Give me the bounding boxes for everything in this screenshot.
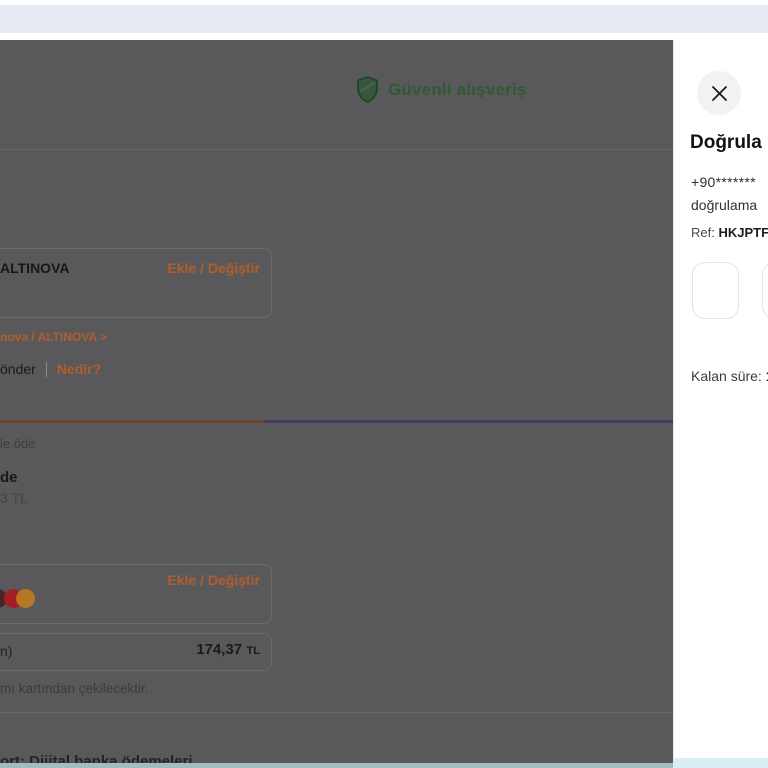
bottom-strip xyxy=(674,758,768,768)
total-amount-value: 174,37 xyxy=(196,641,243,658)
remaining-time-label: Kalan süre: xyxy=(691,368,762,384)
reference-code-row: Ref: HKJPTF xyxy=(691,225,768,240)
otp-input-1[interactable] xyxy=(692,262,739,319)
panel-title: Doğrula xyxy=(690,132,762,153)
reference-label: Ref: xyxy=(691,225,715,240)
address-breadcrumb-link[interactable]: nova / ALTINOVA > xyxy=(0,330,107,344)
screenshot-root: Güvenli alışveriş ALTINOVA Ekle / Değişt… xyxy=(0,0,768,768)
installment-option-title[interactable]: de xyxy=(0,469,18,486)
close-icon xyxy=(710,84,729,103)
card-edit-button[interactable]: Ekle / Değiştir xyxy=(166,572,260,588)
remaining-time-row: Kalan süre: 1 xyxy=(691,368,768,384)
top-page-strip xyxy=(0,5,768,33)
payment-tab-active-underline xyxy=(0,420,264,423)
invoice-row: önder Nedir? xyxy=(0,361,101,377)
total-amount: 174,37 TL xyxy=(120,641,260,659)
total-amount-currency: TL xyxy=(246,645,260,657)
reference-code: HKJPTF xyxy=(718,225,768,240)
shield-icon xyxy=(356,76,379,103)
masked-phone-text: +90******* xyxy=(691,174,756,190)
address-title: ALTINOVA xyxy=(0,260,70,276)
checkout-page-dimmed: Güvenli alışveriş ALTINOVA Ekle / Değişt… xyxy=(0,40,674,768)
divider xyxy=(0,712,674,713)
address-edit-button[interactable]: Ekle / Değiştir xyxy=(166,260,260,276)
invoice-text-fragment: önder xyxy=(0,361,36,377)
total-row-label: n) xyxy=(0,643,13,659)
bottom-strip xyxy=(0,763,674,768)
mastercard-icon xyxy=(0,589,40,609)
charge-note: mı kartından çekilecektir. xyxy=(0,681,149,696)
address-card xyxy=(0,248,272,318)
close-button[interactable] xyxy=(697,71,741,115)
secure-shopping-label: Güvenli alışveriş xyxy=(388,79,527,99)
divider xyxy=(0,149,674,150)
otp-verification-panel: Doğrula +90******* doğrulama Ref: HKJPTF… xyxy=(674,40,768,768)
installment-option-price: 3 TL xyxy=(0,490,28,506)
secure-shopping-badge: Güvenli alışveriş xyxy=(356,76,527,103)
verification-description: doğrulama xyxy=(691,197,758,213)
payment-tab-label[interactable]: le öde xyxy=(0,436,35,451)
otp-input-2[interactable] xyxy=(762,262,768,319)
what-is-link[interactable]: Nedir? xyxy=(57,361,101,377)
divider xyxy=(45,361,47,377)
payment-tab-underline xyxy=(264,420,674,423)
